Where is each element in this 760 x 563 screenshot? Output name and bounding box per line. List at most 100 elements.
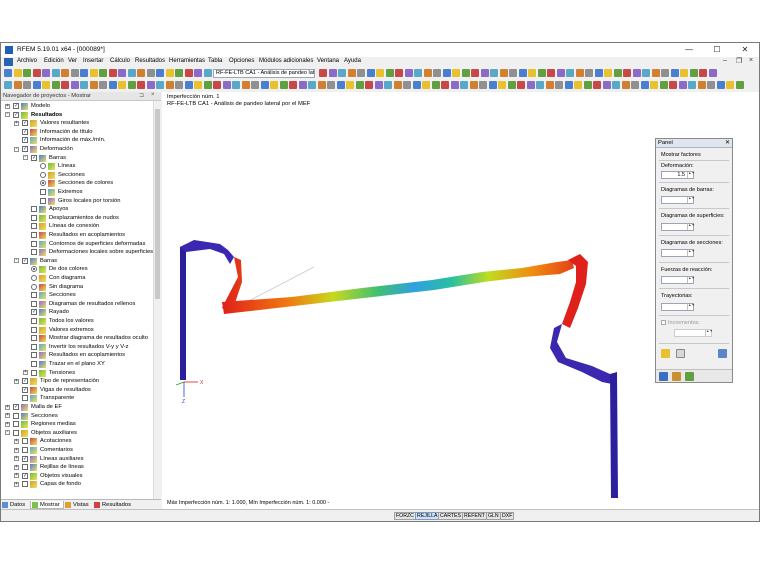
- toolbar-button-icon[interactable]: [308, 81, 316, 89]
- toolbar-button-icon[interactable]: [108, 81, 117, 89]
- toolbar-button-icon[interactable]: [146, 81, 155, 89]
- toolbar-button-icon[interactable]: [80, 69, 88, 77]
- toolbar-button-icon[interactable]: [498, 81, 506, 89]
- toolbar-button-icon[interactable]: [42, 69, 50, 77]
- toolbar-button-icon[interactable]: [604, 69, 612, 77]
- toolbar-button-icon[interactable]: [222, 81, 231, 89]
- toolbar-button-icon[interactable]: [51, 81, 60, 89]
- toolbar-button-icon[interactable]: [175, 81, 183, 89]
- toolbar-button-icon[interactable]: [298, 81, 307, 89]
- tree-checkbox[interactable]: ✓: [22, 455, 28, 462]
- tree-item[interactable]: Todos los valores: [1, 317, 153, 326]
- tree-checkbox[interactable]: [31, 300, 37, 307]
- tree-item[interactable]: Transparente: [1, 394, 153, 403]
- toolbar-button-icon[interactable]: [51, 69, 60, 77]
- surface-diagrams-input[interactable]: ▲▼: [661, 223, 695, 231]
- collapse-icon[interactable]: -: [5, 112, 10, 118]
- tree-item[interactable]: + Acotaciones: [1, 437, 153, 446]
- increments-input[interactable]: ▲▼: [674, 329, 713, 337]
- tree-item[interactable]: ✓ Vigas de resultados: [1, 386, 153, 395]
- tree-item[interactable]: + ✓ Tipo de representación: [1, 377, 153, 386]
- toolbar-button-icon[interactable]: [613, 69, 622, 77]
- toolbar-button-icon[interactable]: [689, 69, 698, 77]
- toolbar-button-icon[interactable]: [374, 81, 383, 89]
- toolbar-button-icon[interactable]: [165, 81, 174, 89]
- tree-checkbox[interactable]: [31, 240, 37, 247]
- toolbar-button-icon[interactable]: [537, 69, 546, 77]
- tab-datos[interactable]: Datos: [1, 501, 30, 509]
- toolbar-button-icon[interactable]: [442, 69, 451, 77]
- tree-checkbox[interactable]: [31, 206, 37, 213]
- tree-checkbox[interactable]: ✓: [22, 137, 28, 144]
- tree-item[interactable]: Trazar en el plano XY: [1, 360, 153, 369]
- toolbar-button-icon[interactable]: [194, 81, 202, 89]
- pin-icon[interactable]: ⊐: [139, 92, 144, 99]
- toolbar-button-icon[interactable]: [631, 81, 639, 89]
- toolbar-button-icon[interactable]: [99, 81, 107, 89]
- close-button[interactable]: ✕: [731, 43, 759, 57]
- toolbar-button-icon[interactable]: [594, 69, 603, 77]
- toolbar-button-icon[interactable]: [697, 81, 706, 89]
- deformation-factor-input[interactable]: 1.5 ▲▼: [661, 171, 695, 179]
- tree-item[interactable]: Líneas de conexión: [1, 222, 153, 231]
- tab-resultados[interactable]: Resultados: [93, 501, 133, 509]
- toolbar-button-icon[interactable]: [89, 81, 98, 89]
- toolbar-button-icon[interactable]: [385, 69, 394, 77]
- toolbar-button-icon[interactable]: [251, 81, 259, 89]
- collapse-icon[interactable]: -: [5, 430, 10, 436]
- toolbar-button-icon[interactable]: [661, 69, 669, 77]
- tree-checkbox[interactable]: [31, 335, 37, 342]
- toolbar-button-icon[interactable]: [403, 81, 411, 89]
- toolbar-button-icon[interactable]: [357, 69, 365, 77]
- tree-radio[interactable]: [40, 180, 46, 187]
- tree-item[interactable]: + Comentarios: [1, 446, 153, 455]
- toolbar-button-icon[interactable]: [612, 81, 620, 89]
- status-refent[interactable]: REFENT: [462, 512, 487, 520]
- tree-item[interactable]: Deformaciones locales sobre superficies …: [1, 248, 153, 257]
- tree-checkbox[interactable]: [22, 395, 28, 402]
- menu-insertar[interactable]: Insertar: [83, 58, 103, 64]
- tree-checkbox[interactable]: ✓: [13, 103, 19, 109]
- tree-item[interactable]: + Capas de fondo: [1, 480, 153, 489]
- expand-icon[interactable]: +: [14, 438, 19, 444]
- toolbar-button-icon[interactable]: [499, 69, 508, 77]
- spinner-icon[interactable]: ▲▼: [705, 329, 713, 336]
- tree-checkbox[interactable]: ✓: [13, 111, 19, 118]
- tab-mostrar[interactable]: Mostrar: [30, 501, 64, 509]
- tree-item[interactable]: + ✓ Líneas auxiliares: [1, 455, 153, 464]
- toolbar-button-icon[interactable]: [393, 81, 402, 89]
- menu-modulos-adicionales[interactable]: Módulos adicionales: [259, 58, 313, 64]
- tree-item[interactable]: - ✓ Barras: [1, 257, 153, 266]
- tree-checkbox[interactable]: ✓: [22, 128, 28, 135]
- toolbar-button-icon[interactable]: [450, 81, 459, 89]
- tree-item[interactable]: Resultados en acoplamientos: [1, 351, 153, 360]
- scroll-thumb[interactable]: [155, 109, 160, 299]
- tree-checkbox[interactable]: ✓: [22, 378, 28, 385]
- tree-checkbox[interactable]: [31, 249, 37, 256]
- toolbar-button-icon[interactable]: [4, 81, 12, 89]
- toolbar-button-icon[interactable]: [70, 81, 79, 89]
- menu-archivo[interactable]: Archivo: [17, 58, 37, 64]
- mdi-close-icon[interactable]: ×: [749, 57, 753, 64]
- toolbar-button-icon[interactable]: [347, 69, 356, 77]
- toolbar-button-icon[interactable]: [319, 69, 327, 77]
- tree-item[interactable]: + ✓ Valores resultantes: [1, 119, 153, 128]
- increments-checkbox-row[interactable]: Incrementos:: [661, 320, 700, 326]
- toolbar-button-icon[interactable]: [659, 81, 668, 89]
- toolbar-button-icon[interactable]: [376, 69, 384, 77]
- toolbar-button-icon[interactable]: [678, 81, 687, 89]
- toolbar-button-icon[interactable]: [366, 69, 375, 77]
- collapse-icon[interactable]: -: [23, 155, 28, 161]
- tree-checkbox[interactable]: [31, 232, 37, 238]
- toolbar-button-icon[interactable]: [213, 81, 221, 89]
- toolbar-button-icon[interactable]: [165, 69, 174, 77]
- tree-item[interactable]: Invertir los resultados V-y y V-z: [1, 343, 153, 352]
- tree-checkbox[interactable]: [31, 352, 37, 359]
- toolbar-button-icon[interactable]: [460, 81, 468, 89]
- toolbar-button-icon[interactable]: [509, 69, 517, 77]
- tab-vistas[interactable]: Vistas: [64, 501, 93, 509]
- copy-icon[interactable]: [676, 349, 685, 358]
- tree-item[interactable]: + Secciones: [1, 412, 153, 421]
- menu-ver[interactable]: Ver: [68, 58, 77, 64]
- tree-checkbox[interactable]: [31, 318, 37, 324]
